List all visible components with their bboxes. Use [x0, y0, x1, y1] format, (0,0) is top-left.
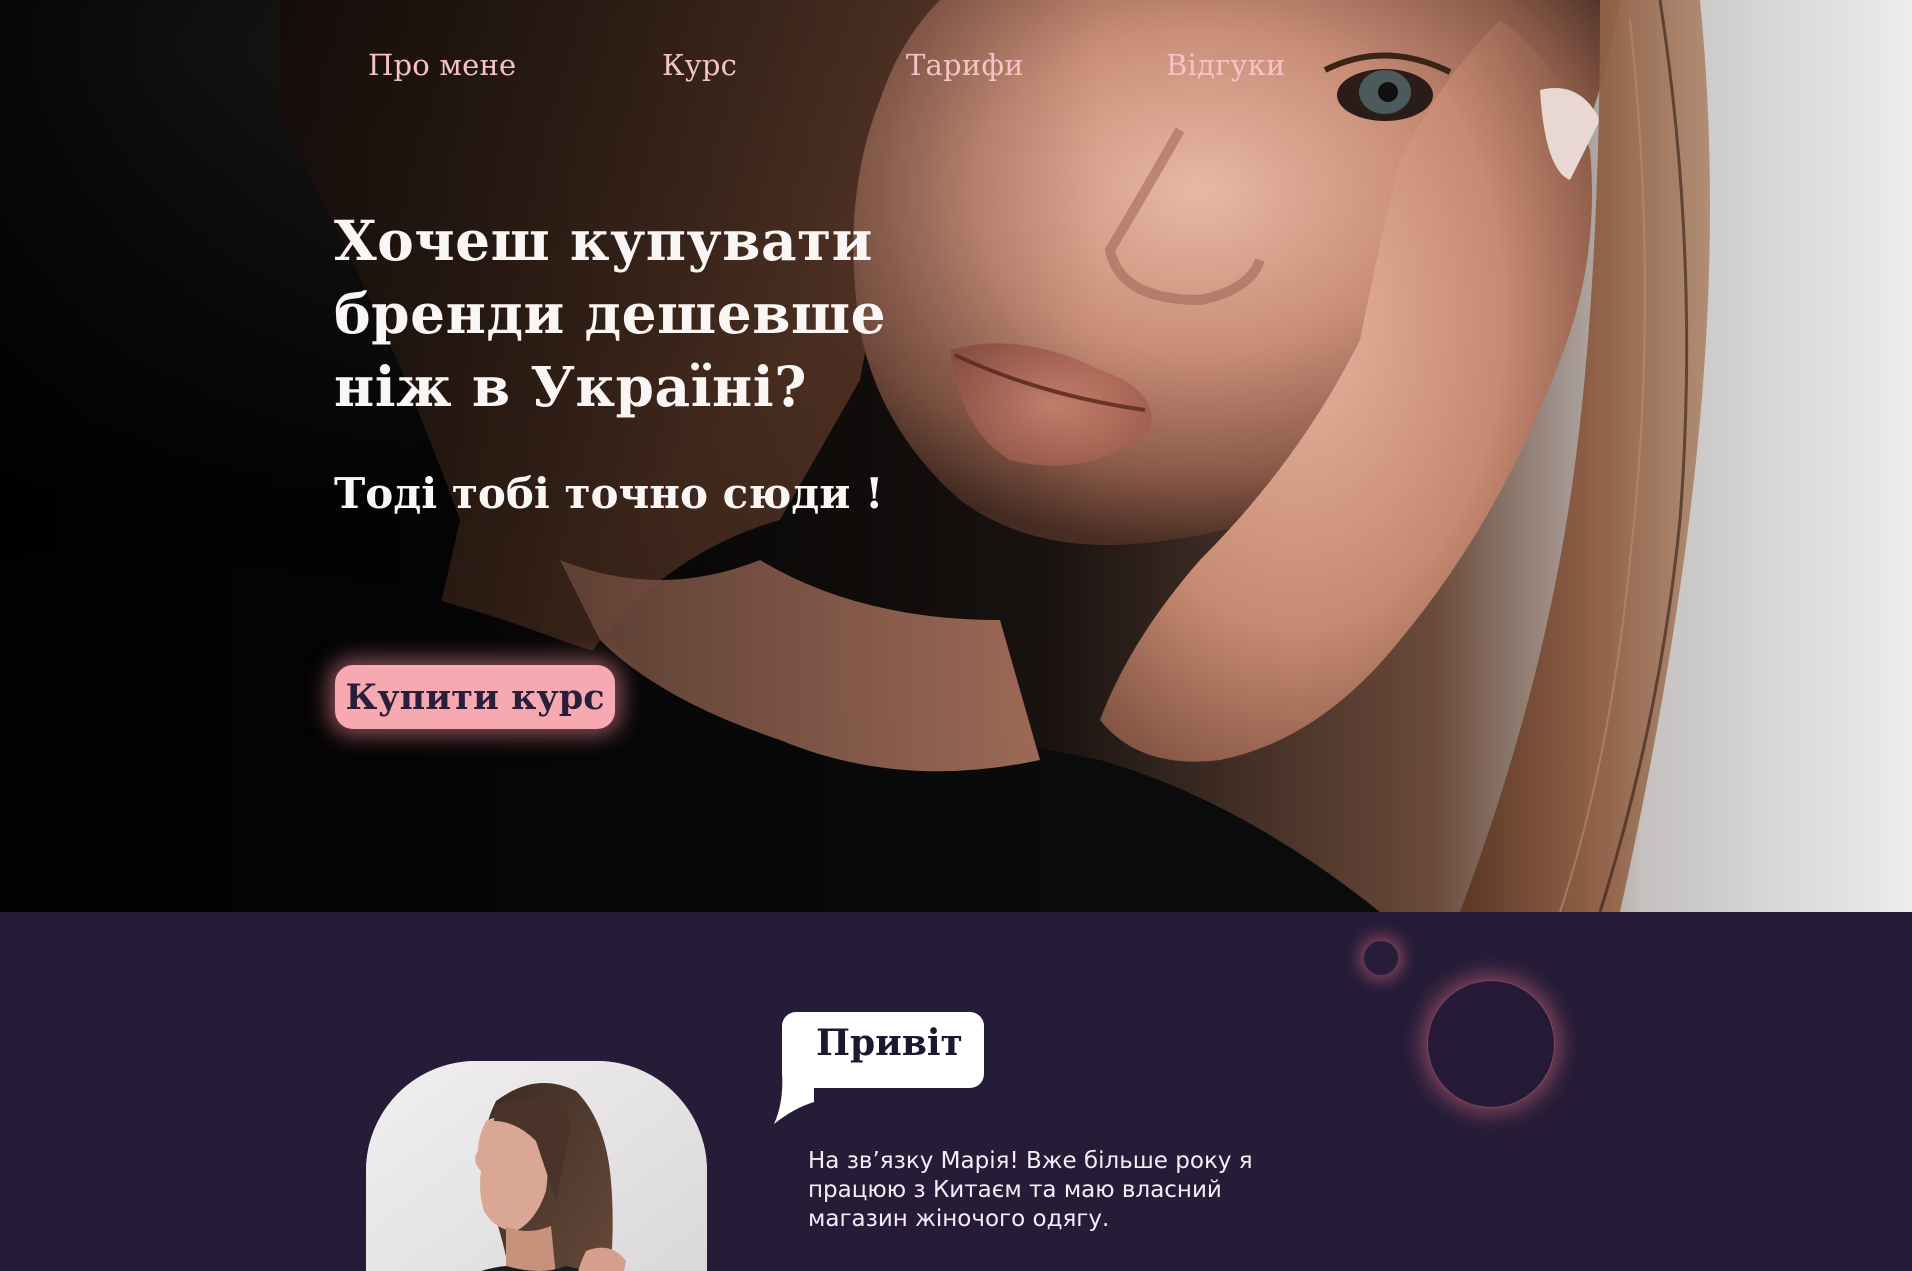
hero-section: Про мене Курс Тарифи Відгуки Хочеш купув…: [0, 0, 1912, 912]
greeting-text: Привіт: [816, 1022, 963, 1064]
buy-course-button[interactable]: Купити курс: [335, 665, 615, 729]
about-description: На зв’язку Марія! Вже більше року я прац…: [808, 1148, 1253, 1232]
hero-subtitle: Тоді тобі точно сюди !: [334, 469, 884, 518]
nav-link-reviews[interactable]: Відгуки: [1166, 48, 1286, 82]
greeting-speech-bubble: Привіт: [774, 1012, 984, 1136]
main-nav: Про мене Курс Тарифи Відгуки: [0, 0, 1912, 140]
decorative-glow-dot: [1364, 941, 1398, 975]
nav-link-course[interactable]: Курс: [662, 48, 737, 82]
author-photo: [366, 1061, 707, 1271]
nav-link-tariffs[interactable]: Тарифи: [906, 48, 1024, 82]
about-section: Привіт На зв’язку Марія! Вже більше року…: [0, 912, 1912, 1271]
hero-title: Хочеш купувати бренди дешевше ніж в Укра…: [334, 208, 887, 419]
landing-page: Про мене Курс Тарифи Відгуки Хочеш купув…: [0, 0, 1912, 1271]
decorative-glow-circle: [1427, 980, 1555, 1108]
nav-link-about[interactable]: Про мене: [368, 48, 516, 82]
